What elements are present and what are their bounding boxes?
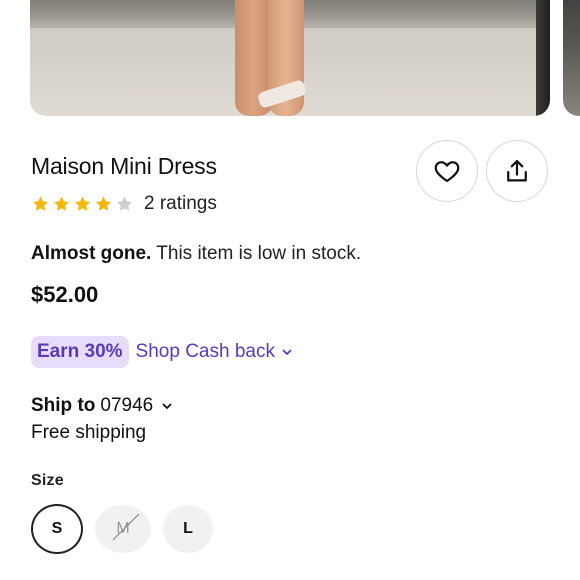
size-label: Size xyxy=(31,472,64,489)
favorite-button[interactable] xyxy=(416,140,478,202)
star-filled-icon xyxy=(94,195,113,213)
product-page: Maison Mini Dress 2 ratings Almost gone.… xyxy=(0,0,580,580)
ship-to-selector[interactable]: Ship to 07946 xyxy=(31,395,173,417)
chevron-down-icon xyxy=(282,349,292,355)
product-image-carousel[interactable] xyxy=(0,0,580,116)
size-option-m[interactable]: M xyxy=(95,505,151,553)
ship-to-zip: 07946 xyxy=(100,395,154,416)
product-price: $52.00 xyxy=(31,282,99,307)
size-option-label: L xyxy=(183,520,193,537)
ship-to-label: Ship to xyxy=(31,395,96,416)
cashback-link-label: Shop Cash back xyxy=(135,341,275,362)
ratings-count: 2 ratings xyxy=(144,193,217,214)
star-filled-icon xyxy=(52,195,71,213)
product-image[interactable] xyxy=(30,0,550,116)
rating-row[interactable]: 2 ratings xyxy=(31,192,217,216)
stock-status-bold: Almost gone. xyxy=(31,243,152,264)
star-empty-icon xyxy=(115,195,134,213)
unavailable-strike-icon xyxy=(112,513,140,541)
cashback-link[interactable]: Shop Cash back xyxy=(136,341,293,363)
share-upload-icon xyxy=(507,159,527,182)
heart-outline-icon xyxy=(434,161,460,183)
star-filled-icon xyxy=(31,195,50,213)
cashback-badge: Earn 30% xyxy=(31,336,129,368)
star-filled-icon xyxy=(73,195,92,213)
stock-status: Almost gone. This item is low in stock. xyxy=(31,243,361,265)
product-title: Maison Mini Dress xyxy=(31,153,217,179)
next-product-image[interactable] xyxy=(563,0,580,116)
stock-status-text: This item is low in stock. xyxy=(151,243,362,264)
size-option-label: S xyxy=(51,520,63,537)
size-option-s[interactable]: S xyxy=(31,504,83,554)
image-background-edge xyxy=(536,0,550,116)
free-shipping-text: Free shipping xyxy=(31,422,147,443)
chevron-down-icon xyxy=(162,403,172,409)
share-button[interactable] xyxy=(486,140,548,202)
cashback-row[interactable]: Earn 30% Shop Cash back xyxy=(31,336,293,368)
size-option-l[interactable]: L xyxy=(163,505,213,553)
